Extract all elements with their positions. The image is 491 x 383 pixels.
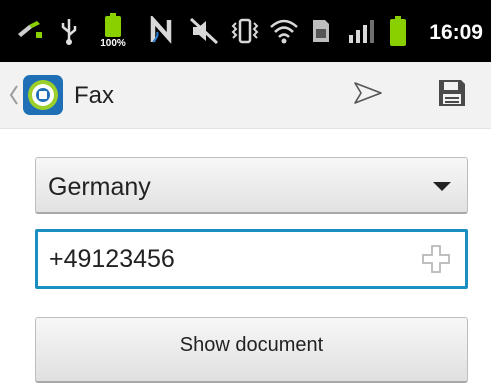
signal-icon bbox=[344, 0, 378, 62]
country-dropdown[interactable]: Germany bbox=[35, 157, 468, 214]
wifi-icon bbox=[266, 0, 302, 62]
status-clock: 16:09 bbox=[429, 21, 483, 44]
add-contact-icon[interactable] bbox=[421, 244, 451, 274]
mute-icon bbox=[186, 0, 222, 62]
sim-icon bbox=[308, 0, 334, 62]
nfc-icon bbox=[146, 0, 180, 62]
save-button[interactable] bbox=[420, 62, 484, 128]
battery-small-icon: 100% bbox=[94, 0, 132, 62]
app-logo-icon[interactable] bbox=[22, 74, 64, 116]
app-title: Fax bbox=[74, 82, 115, 109]
country-value: Germany bbox=[48, 173, 151, 201]
vibrate-icon bbox=[228, 0, 262, 62]
fax-number-field[interactable]: +49123456 bbox=[35, 229, 468, 289]
battery-icon bbox=[386, 0, 410, 62]
show-document-label: Show document bbox=[179, 334, 324, 356]
fax-number-value: +49123456 bbox=[49, 245, 175, 273]
usb-icon bbox=[56, 0, 82, 62]
battery-small-label: 100% bbox=[100, 38, 126, 49]
dropdown-arrow-icon bbox=[433, 182, 451, 191]
save-icon bbox=[437, 78, 467, 113]
send-icon bbox=[353, 81, 383, 110]
action-bar: Fax bbox=[0, 62, 491, 129]
status-bar: 100% 16:09 bbox=[0, 0, 491, 62]
usb-debug-icon bbox=[12, 0, 48, 62]
send-button[interactable] bbox=[336, 62, 400, 128]
show-document-button[interactable]: Show document bbox=[35, 317, 468, 383]
up-navigation-icon[interactable] bbox=[9, 84, 19, 106]
